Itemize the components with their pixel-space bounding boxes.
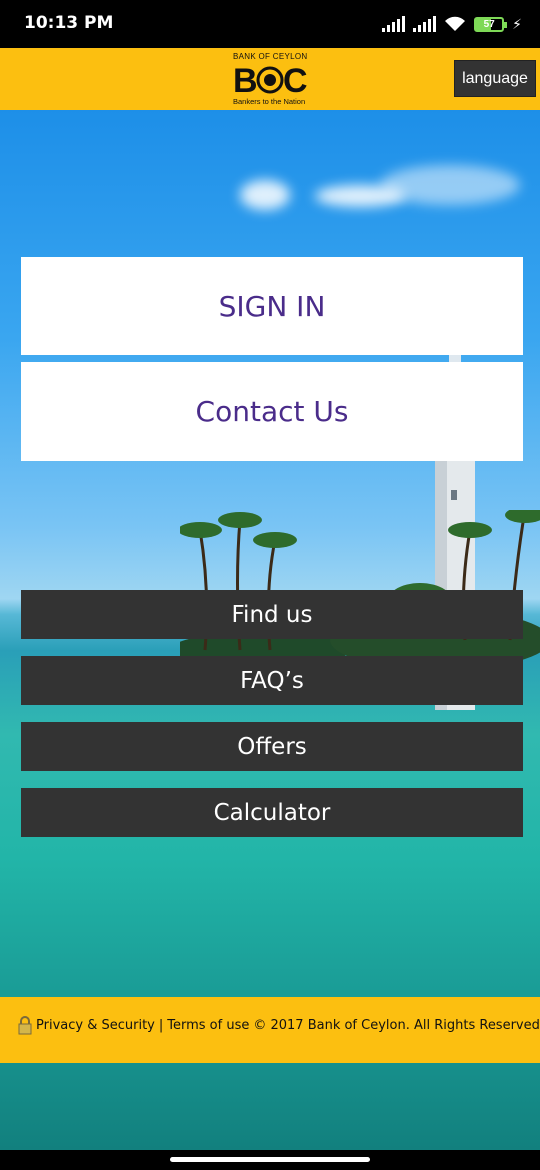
signal-icon [382, 16, 406, 32]
logo-tagline: Bankers to the Nation [233, 97, 306, 106]
offers-button[interactable]: Offers [21, 722, 523, 771]
boc-emblem-icon: B C [233, 62, 307, 96]
language-button[interactable]: language [454, 60, 536, 97]
footer: Privacy & Security | Terms of use © 2017… [0, 997, 540, 1063]
boc-logo: BANK OF CEYLON B C Bankers to the Nation [233, 52, 309, 107]
home-indicator[interactable] [170, 1157, 370, 1162]
charging-icon: ⚡ [512, 15, 522, 32]
copyright-text: © 2017 Bank of Ceylon. All Rights Reserv… [253, 1017, 540, 1033]
cloud [240, 180, 290, 210]
lock-icon [18, 1016, 32, 1035]
status-bar: 10:13 PM 57 ⚡ [0, 0, 540, 48]
battery-icon: 57 [474, 16, 508, 32]
wifi-icon [444, 16, 466, 32]
status-icons: 57 ⚡ [382, 13, 522, 35]
faq-button[interactable]: FAQ’s [21, 656, 523, 705]
terms-of-use-link[interactable]: Terms of use [167, 1018, 249, 1033]
find-us-button[interactable]: Find us [21, 590, 523, 639]
calculator-button[interactable]: Calculator [21, 788, 523, 837]
navigation-bar [0, 1150, 540, 1170]
footer-separator: | [158, 1017, 164, 1033]
logo-letter-c: C [283, 62, 307, 96]
status-time: 10:13 PM [24, 13, 114, 33]
signal-icon [413, 16, 437, 32]
logo-bank-name: BANK OF CEYLON [233, 52, 308, 61]
footer-links: Privacy & Security | Terms of use © 2017… [18, 1015, 540, 1035]
privacy-security-link[interactable]: Privacy & Security [36, 1018, 155, 1033]
app-header: BANK OF CEYLON B C Bankers to the Nation… [0, 48, 540, 110]
cloud [380, 165, 520, 205]
sign-in-button[interactable]: SIGN IN [21, 257, 523, 355]
logo-letter-b: B [233, 62, 258, 96]
contact-us-button[interactable]: Contact Us [21, 362, 523, 461]
